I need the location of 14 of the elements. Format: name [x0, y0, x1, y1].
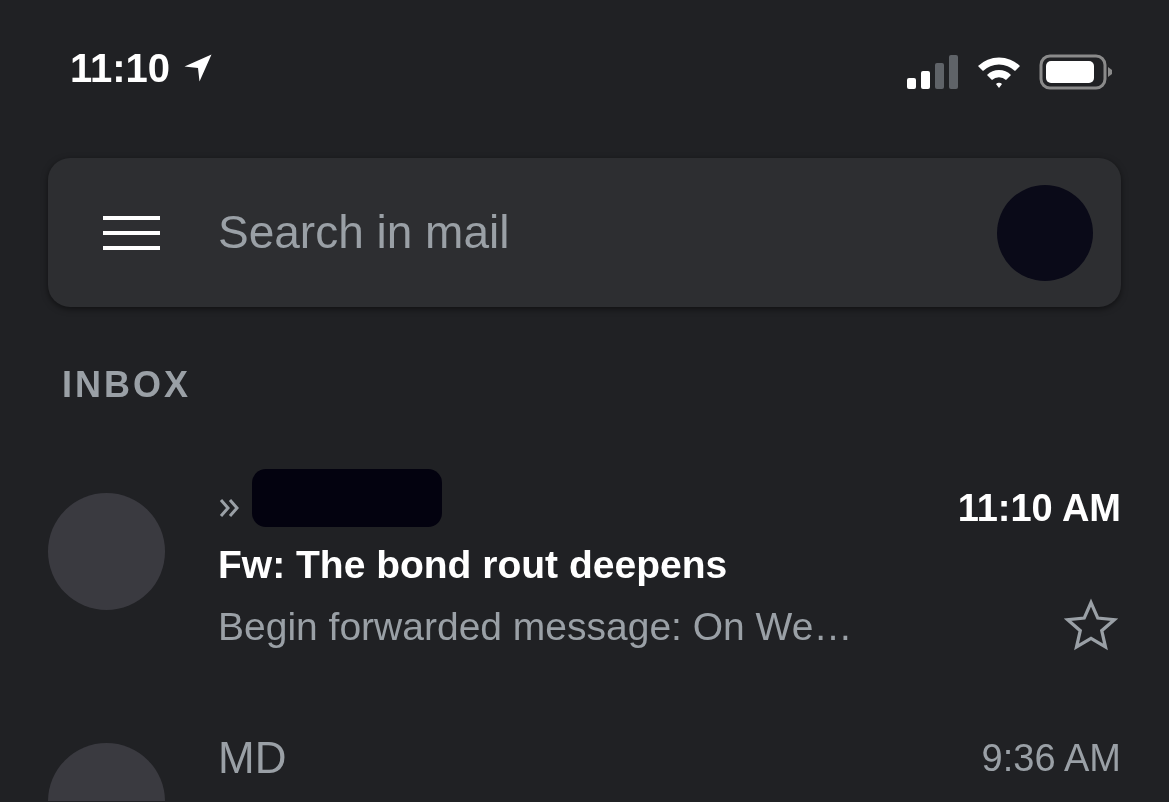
signal-icon	[907, 54, 959, 90]
status-time: 11:10	[70, 48, 171, 88]
email-time: 9:36 AM	[981, 739, 1121, 777]
search-field[interactable]: Search in mail	[218, 198, 997, 267]
section-title: INBOX	[61, 363, 192, 403]
email-row[interactable]: 11:10 AM Fw: The bond rout deepens Begin forwarded message: On We…	[0, 441, 1169, 691]
search-bar[interactable]: Search in mail	[48, 158, 1121, 307]
email-row[interactable]: MD 9:36 AM	[0, 691, 1169, 801]
email-time: 11:10 AM	[957, 489, 1121, 527]
battery-icon	[1039, 54, 1113, 90]
email-snippet: Begin forwarded message: On We…	[218, 606, 853, 646]
menu-icon[interactable]	[103, 215, 160, 250]
sender-name: MD	[218, 736, 287, 780]
email-subject: Fw: The bond rout deepens	[218, 545, 729, 584]
